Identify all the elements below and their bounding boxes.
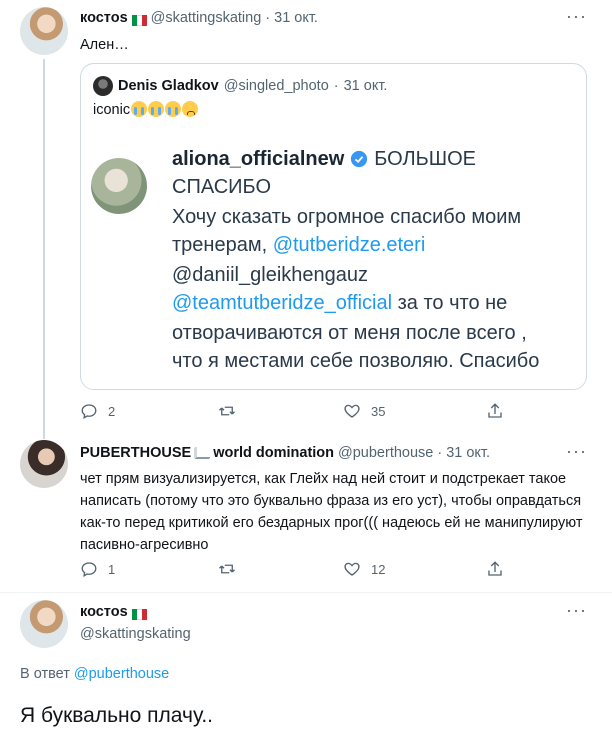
- tweet-date[interactable]: 31 окт.: [274, 10, 318, 26]
- pleading-face-icon: [182, 101, 199, 117]
- share-button[interactable]: [486, 560, 504, 578]
- crying-face-icon: [165, 101, 182, 117]
- share-button[interactable]: [486, 402, 504, 420]
- thread-line: [43, 59, 45, 439]
- italy-flag-icon: [131, 607, 147, 620]
- separator-dot: ·: [437, 445, 443, 461]
- author-handle[interactable]: @skattingskating: [151, 10, 262, 26]
- retweet-icon: [219, 564, 235, 574]
- heart-icon: [344, 562, 360, 576]
- like-count: 35: [371, 403, 386, 419]
- quote-text: iconic: [93, 100, 199, 120]
- reply-icon: [81, 404, 97, 420]
- quote-header: Denis Gladkov @singled_photo · 31 окт.: [93, 76, 387, 96]
- share-icon: [488, 561, 502, 576]
- retweet-button[interactable]: [218, 560, 236, 578]
- quote-author-name: Denis Gladkov: [118, 78, 219, 94]
- more-options-icon[interactable]: ···: [566, 600, 587, 621]
- italy-flag-icon: [131, 13, 147, 26]
- more-options-icon[interactable]: ···: [566, 441, 587, 462]
- author-handle[interactable]: @skattingskating: [80, 626, 191, 642]
- quote-author-handle: @singled_photo: [223, 78, 329, 94]
- image-line-2: тренерам, @tutberidze.eteri: [172, 230, 425, 260]
- retweet-icon: [219, 406, 235, 416]
- image-username-row: aliona_officialnew БОЛЬШОЕ: [172, 144, 476, 174]
- quote-avatar: [93, 76, 113, 96]
- heart-icon: [344, 404, 360, 418]
- reply-count: 2: [108, 403, 116, 419]
- retweet-button[interactable]: [218, 402, 236, 420]
- image-headline-1: БОЛЬШОЕ: [374, 148, 476, 170]
- image-line-5-suffix: за то что не: [392, 292, 508, 314]
- tweet-text: чет прям визуализируется, как Глейх над …: [80, 471, 583, 553]
- image-mention-1: @tutberidze.eteri: [272, 234, 426, 256]
- image-line-6: отворачиваются от меня после всего ,: [172, 322, 527, 344]
- reply-context: В ответ @puberthouse: [20, 666, 169, 682]
- tweet-text: Я буквально плачу..: [20, 704, 214, 727]
- like-button[interactable]: 12: [343, 560, 385, 578]
- quote-date: 31 окт.: [343, 78, 388, 94]
- image-line-1: Хочу сказать огромное спасибо моим: [172, 206, 522, 228]
- author-name[interactable]: костоs: [80, 604, 128, 620]
- author-name-suffix[interactable]: world domination: [213, 445, 334, 461]
- avatar[interactable]: [20, 440, 68, 488]
- tweet-date[interactable]: 31 окт.: [446, 445, 490, 461]
- image-line-7: что я местами себе позволяю. Спасибо: [172, 350, 540, 372]
- tweet-text: Ален…: [80, 37, 129, 53]
- more-options-icon[interactable]: ···: [566, 6, 587, 27]
- image-username: aliona_officialnew: [172, 148, 345, 170]
- reply-icon: [81, 562, 97, 578]
- quote-image[interactable]: aliona_officialnew БОЛЬШОЕ СПАСИБО Хочу …: [81, 144, 586, 389]
- separator-dot: ·: [265, 10, 271, 26]
- reply-to-link[interactable]: @puberthouse: [74, 666, 169, 682]
- separator-dot: ·: [333, 78, 339, 94]
- image-mention-3: @teamtutberidze_official: [172, 292, 393, 314]
- like-button[interactable]: 35: [343, 402, 385, 420]
- image-mention-2: @daniil_gleikhengauz: [172, 264, 368, 286]
- image-line-2-prefix: тренерам,: [172, 234, 273, 256]
- image-avatar: [91, 158, 147, 214]
- like-count: 12: [371, 561, 386, 577]
- reply-button[interactable]: 2: [80, 402, 115, 420]
- author-name[interactable]: костоs: [80, 10, 128, 26]
- verified-badge-icon: [351, 150, 368, 168]
- quote-tweet[interactable]: Denis Gladkov @singled_photo · 31 окт. i…: [80, 63, 587, 390]
- quote-text-content: iconic: [93, 102, 131, 118]
- image-headline-2: СПАСИБО: [172, 176, 271, 198]
- tweet-header: костоs: [80, 604, 151, 620]
- reply-context-prefix: В ответ: [20, 666, 74, 682]
- image-line-5: @teamtutberidze_official за то что не: [172, 288, 507, 318]
- avatar[interactable]: [20, 600, 68, 648]
- tweet-header: костоs @skattingskating · 31 окт.: [80, 10, 318, 26]
- author-name[interactable]: PUBERTHOUSE: [80, 445, 191, 461]
- skate-icon: [194, 447, 211, 459]
- reply-button[interactable]: 1: [80, 560, 115, 578]
- divider: [0, 592, 612, 593]
- crying-face-icon: [131, 101, 148, 117]
- avatar[interactable]: [20, 7, 68, 55]
- author-handle[interactable]: @puberthouse: [338, 445, 433, 461]
- share-icon: [488, 403, 502, 418]
- reply-count: 1: [108, 561, 116, 577]
- tweet-header: PUBERTHOUSE world domination @puberthous…: [80, 445, 490, 461]
- crying-face-icon: [148, 101, 165, 117]
